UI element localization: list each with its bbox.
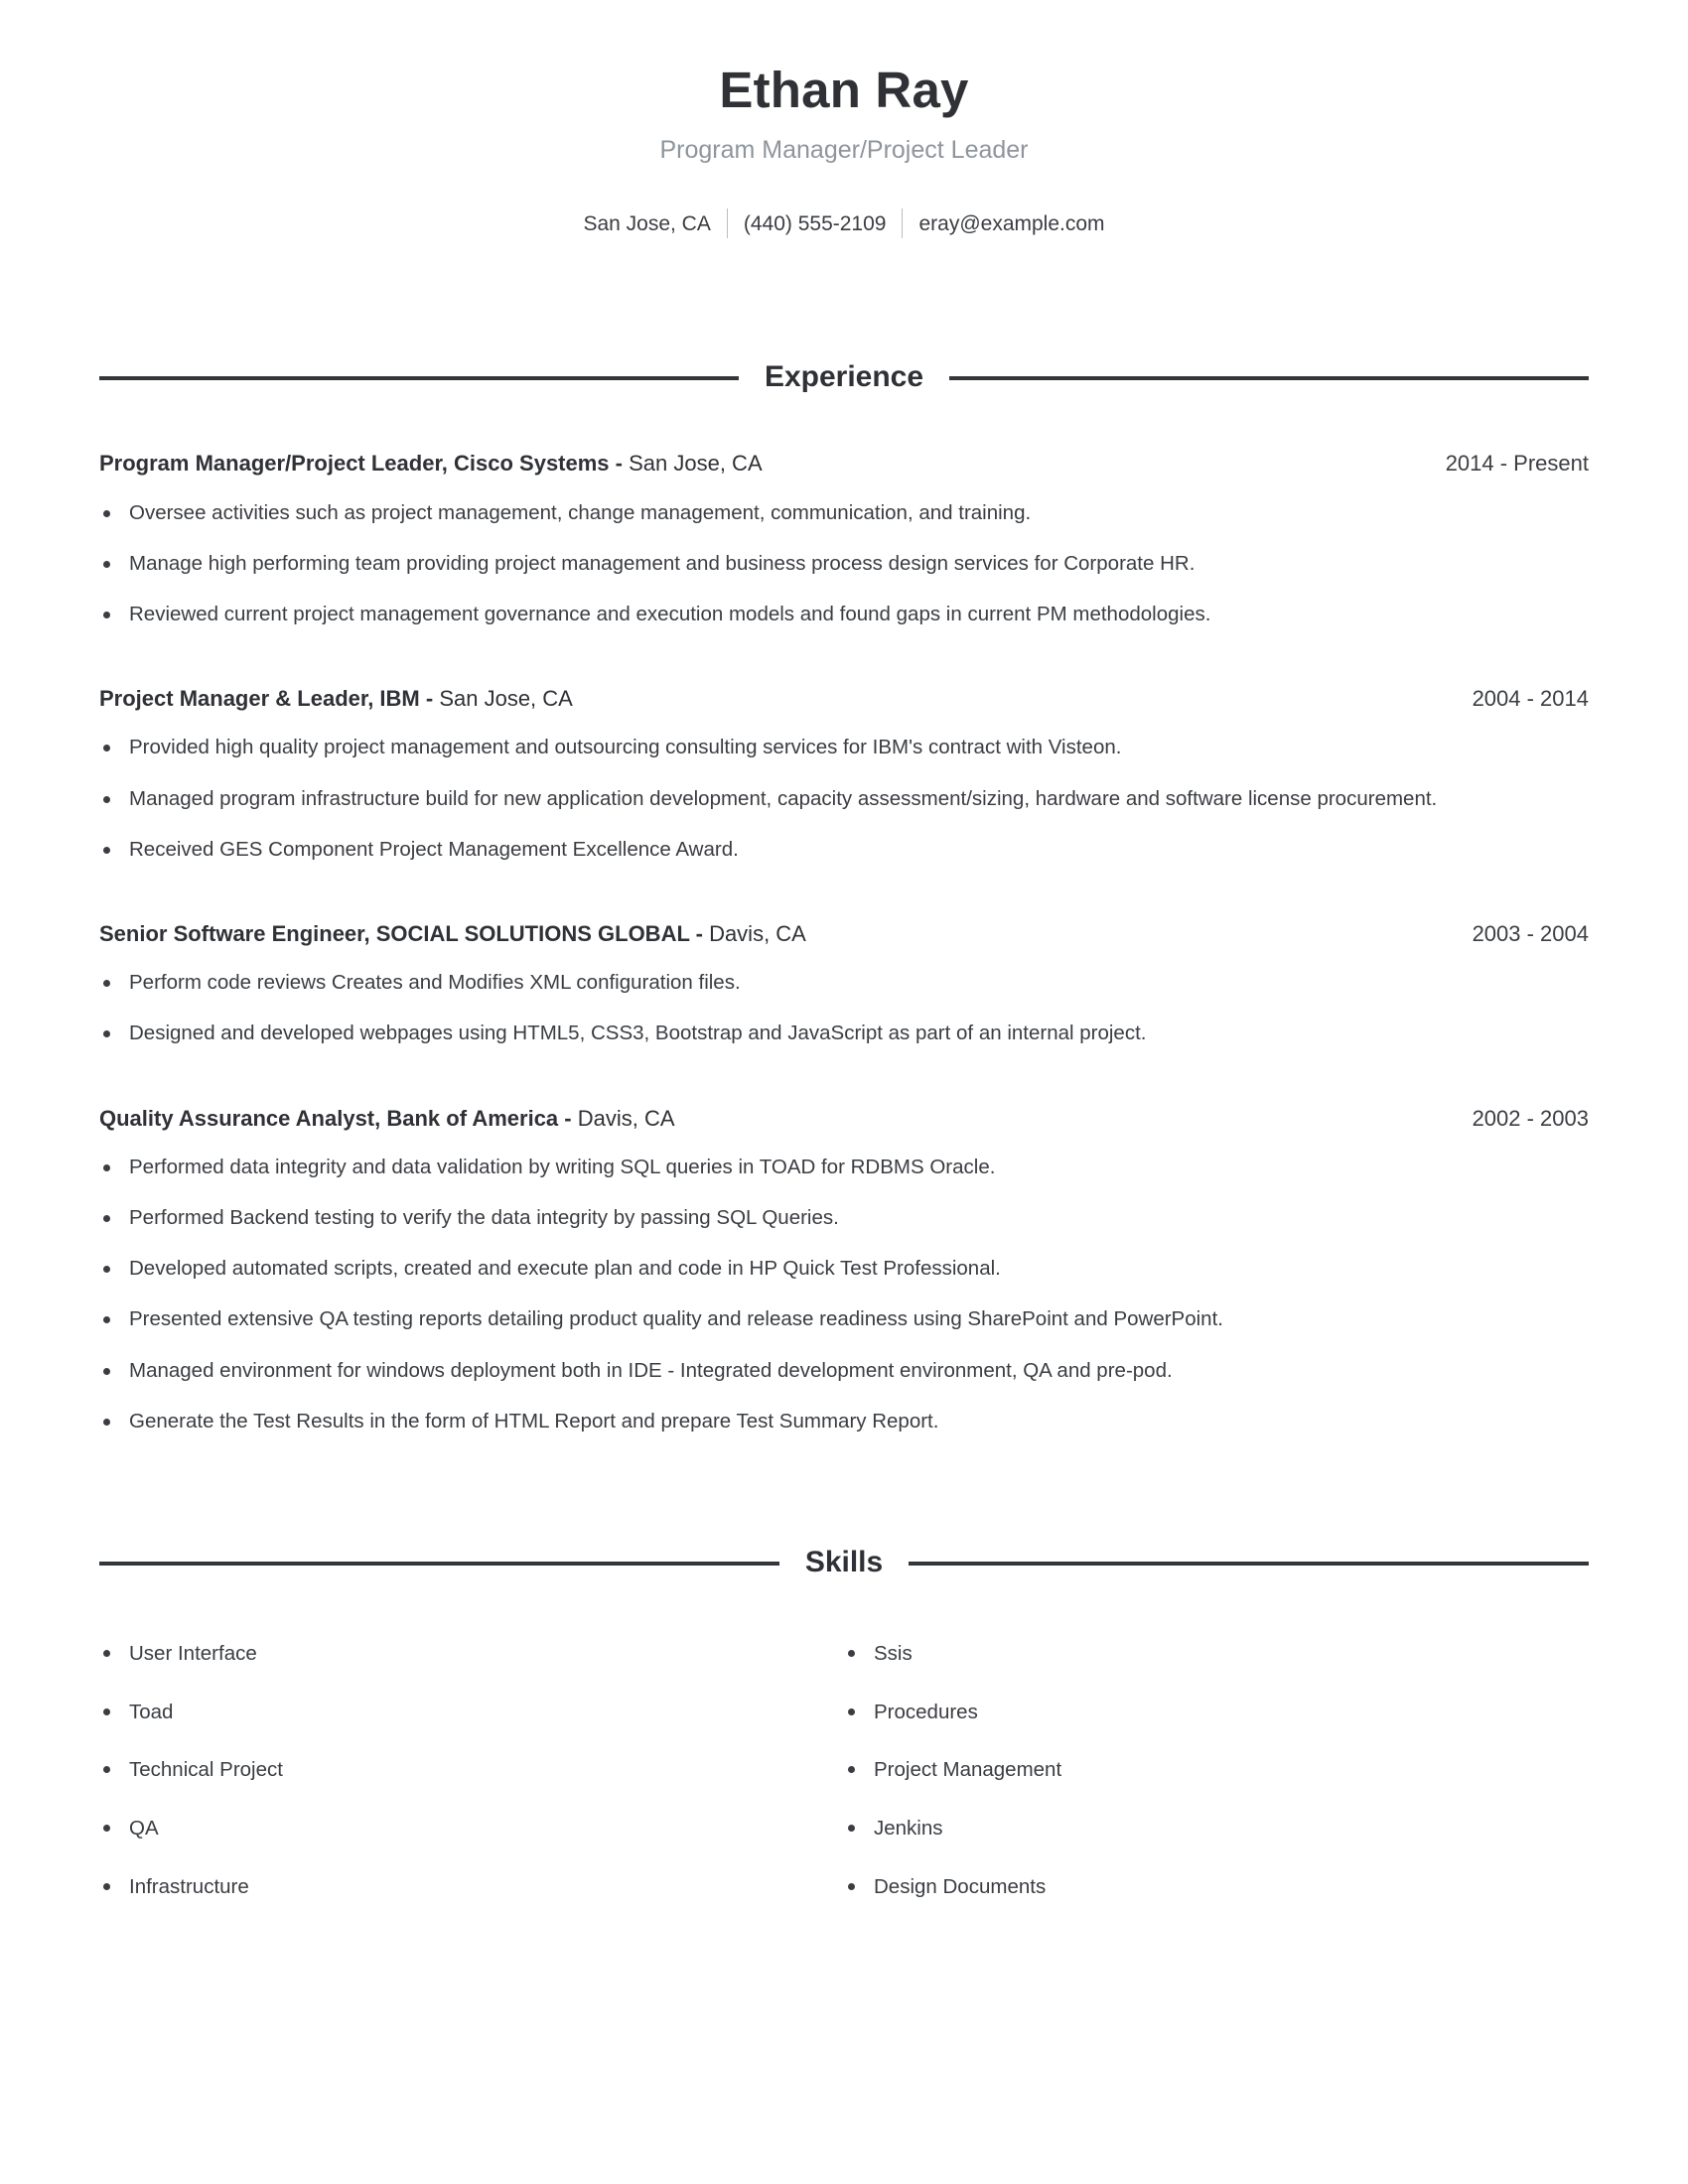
job-bullet: Received GES Component Project Managemen…: [99, 835, 1529, 865]
job-bullet-list: Perform code reviews Creates and Modifie…: [99, 968, 1589, 1048]
rule-right: [949, 376, 1589, 381]
experience-entry-header: Quality Assurance Analyst, Bank of Ameri…: [99, 1105, 1589, 1133]
contact-line: San Jose, CA (440) 555-2109 eray@example…: [99, 208, 1589, 239]
experience-entry-title: Senior Software Engineer, SOCIAL SOLUTIO…: [99, 920, 806, 948]
contact-location: San Jose, CA: [583, 211, 711, 235]
experience-entry-title: Quality Assurance Analyst, Bank of Ameri…: [99, 1105, 675, 1133]
job-bullet: Manage high performing team providing pr…: [99, 549, 1529, 579]
skill-item: Procedures: [844, 1699, 1589, 1726]
experience-entry-title: Project Manager & Leader, IBM - San Jose…: [99, 685, 573, 713]
job-location: San Jose, CA: [439, 685, 573, 711]
job-dates: 2014 - Present: [1445, 451, 1589, 477]
job-dates: 2004 - 2014: [1472, 685, 1589, 711]
job-bullet: Generate the Test Results in the form of…: [99, 1407, 1529, 1436]
skills-column-right: Ssis Procedures Project Management Jenki…: [844, 1609, 1589, 1900]
job-bullet: Oversee activities such as project manag…: [99, 498, 1529, 528]
job-bullet-list: Performed data integrity and data valida…: [99, 1153, 1589, 1436]
contact-email[interactable]: eray@example.com: [903, 211, 1120, 236]
experience-entry: Project Manager & Leader, IBM - San Jose…: [99, 685, 1589, 865]
job-bullet: Perform code reviews Creates and Modifie…: [99, 968, 1529, 998]
job-bullet: Managed program infrastructure build for…: [99, 784, 1529, 814]
experience-entry: Senior Software Engineer, SOCIAL SOLUTIO…: [99, 920, 1589, 1049]
rule-left: [99, 1561, 779, 1566]
job-role: Quality Assurance Analyst, Bank of Ameri…: [99, 1105, 559, 1131]
skill-item: Ssis: [844, 1640, 1589, 1668]
job-bullet: Managed environment for windows deployme…: [99, 1356, 1529, 1386]
job-bullet: Reviewed current project management gove…: [99, 600, 1529, 629]
job-location: Davis, CA: [577, 1105, 675, 1131]
skills-section: Skills User Interface Toad Technical Pro…: [99, 1545, 1590, 1900]
contact-phone[interactable]: (440) 555-2109: [728, 211, 903, 236]
job-separator: -: [558, 1105, 578, 1131]
skill-item: Infrastructure: [99, 1873, 844, 1901]
rule-right: [909, 1561, 1590, 1566]
experience-entry-header: Project Manager & Leader, IBM - San Jose…: [99, 685, 1589, 713]
job-separator: -: [419, 685, 440, 711]
skill-item: QA: [99, 1815, 844, 1843]
job-bullet: Provided high quality project management…: [99, 733, 1529, 762]
job-bullet: Performed Backend testing to verify the …: [99, 1203, 1529, 1233]
job-bullet-list: Oversee activities such as project manag…: [99, 498, 1589, 629]
experience-entry-header: Program Manager/Project Leader, Cisco Sy…: [99, 450, 1589, 478]
section-title-experience: Experience: [764, 360, 924, 394]
experience-section: Experience Program Manager/Project Leade…: [99, 362, 1589, 1436]
skill-item: Design Documents: [844, 1873, 1589, 1901]
job-role: Program Manager/Project Leader, Cisco Sy…: [99, 451, 610, 477]
candidate-name: Ethan Ray: [719, 62, 969, 118]
job-location: Davis, CA: [709, 920, 806, 946]
job-bullet: Developed automated scripts, created and…: [99, 1254, 1529, 1284]
job-role: Project Manager & Leader, IBM: [99, 685, 420, 711]
experience-entry-header: Senior Software Engineer, SOCIAL SOLUTIO…: [99, 920, 1589, 948]
experience-entry: Quality Assurance Analyst, Bank of Ameri…: [99, 1105, 1589, 1436]
job-dates: 2002 - 2003: [1472, 1105, 1589, 1131]
rule-left: [99, 376, 739, 381]
skill-item: Project Management: [844, 1756, 1589, 1784]
section-title-skills: Skills: [804, 1545, 884, 1578]
job-bullet: Performed data integrity and data valida…: [99, 1153, 1529, 1182]
job-dates: 2003 - 2004: [1472, 920, 1589, 946]
job-separator: -: [609, 451, 630, 477]
skill-item: Toad: [99, 1699, 844, 1726]
experience-entry-title: Program Manager/Project Leader, Cisco Sy…: [99, 450, 763, 478]
resume-header: Ethan Ray Program Manager/Project Leader…: [99, 0, 1589, 239]
experience-entry: Program Manager/Project Leader, Cisco Sy…: [99, 450, 1589, 629]
job-separator: -: [689, 920, 710, 946]
skill-item: Jenkins: [844, 1815, 1589, 1843]
job-bullet: Designed and developed webpages using HT…: [99, 1019, 1529, 1048]
skills-grid: User Interface Toad Technical Project QA…: [99, 1609, 1589, 1900]
job-role: Senior Software Engineer, SOCIAL SOLUTIO…: [99, 920, 690, 946]
candidate-title: Program Manager/Project Leader: [659, 136, 1029, 165]
skills-column-left: User Interface Toad Technical Project QA…: [99, 1609, 844, 1900]
skills-section-heading: Skills: [99, 1545, 1590, 1579]
skill-item: User Interface: [99, 1640, 844, 1668]
job-location: San Jose, CA: [629, 451, 763, 477]
resume-page: Ethan Ray Program Manager/Project Leader…: [0, 0, 1688, 2184]
job-bullet: Presented extensive QA testing reports d…: [99, 1304, 1529, 1334]
experience-section-heading: Experience: [99, 362, 1589, 394]
job-bullet-list: Provided high quality project management…: [99, 733, 1589, 864]
skill-item: Technical Project: [99, 1756, 844, 1784]
